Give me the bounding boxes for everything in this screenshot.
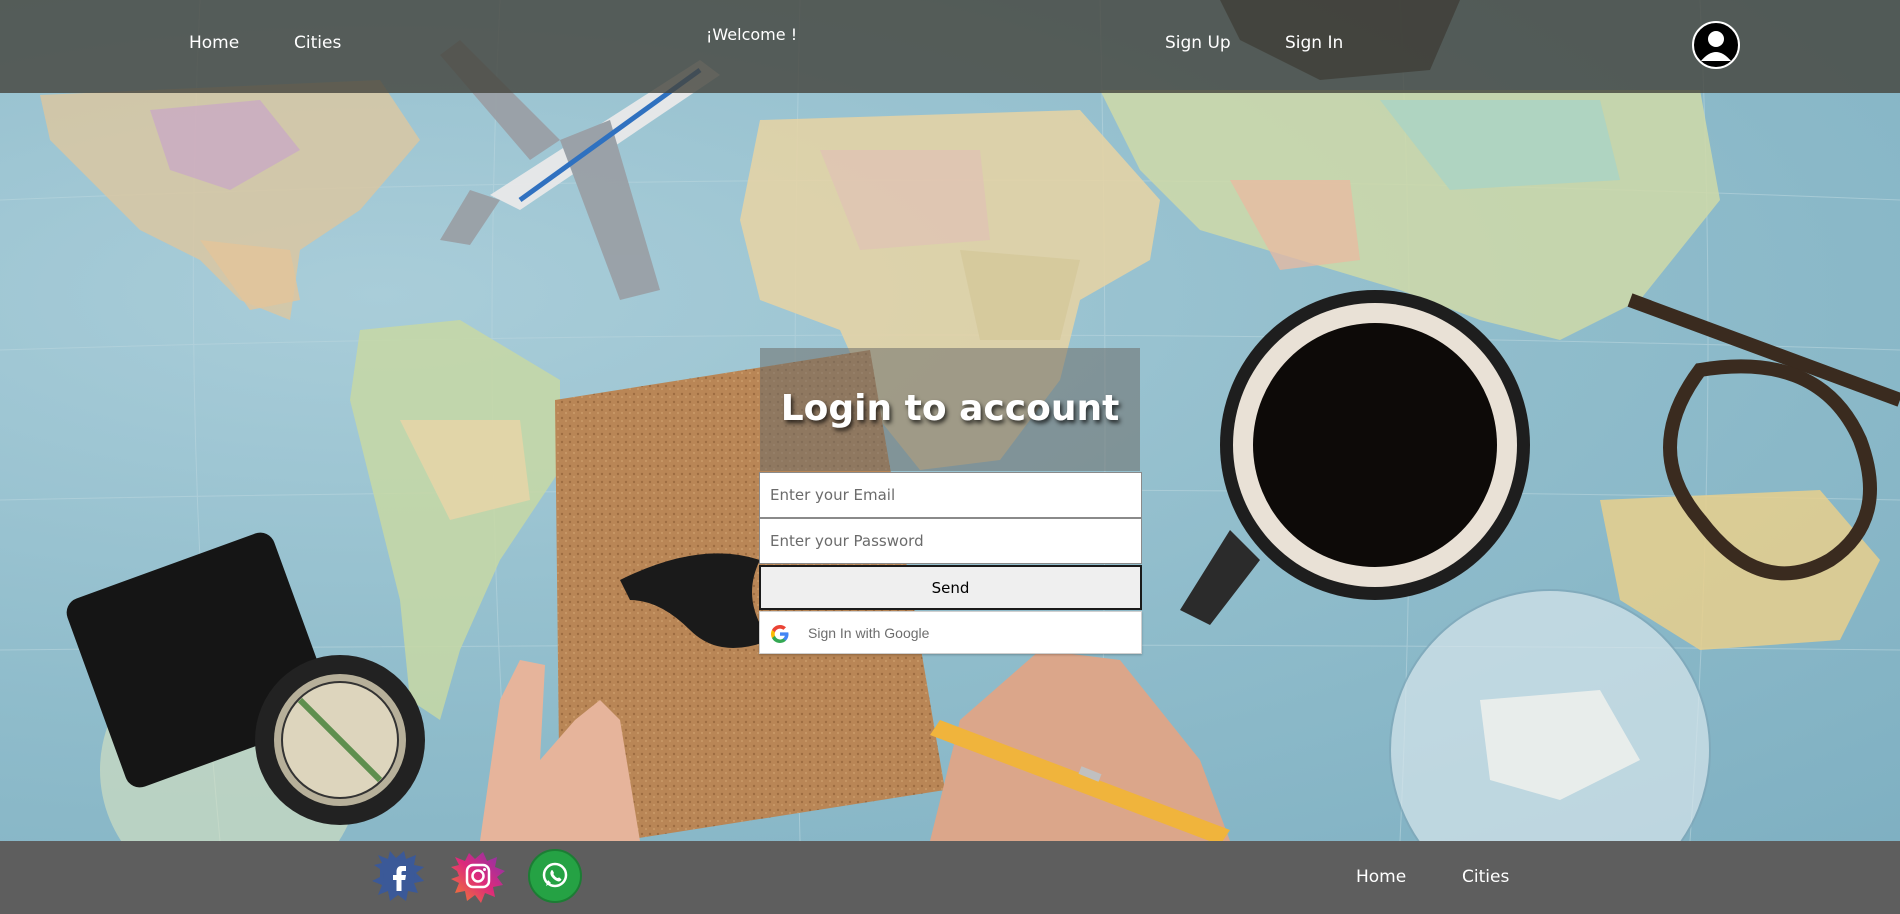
welcome-message: ¡Welcome ! [706, 25, 798, 44]
nav-sign-up-link[interactable]: Sign Up [1165, 33, 1231, 53]
instagram-link[interactable] [451, 849, 505, 903]
instagram-icon [451, 852, 505, 903]
whatsapp-link[interactable] [528, 849, 582, 903]
google-sign-in-label: Sign In with Google [808, 625, 930, 641]
login-title-panel: Login to account [760, 348, 1140, 471]
user-avatar-button[interactable] [1692, 21, 1740, 69]
password-input[interactable] [759, 518, 1142, 564]
footer-bar [0, 841, 1900, 914]
google-g-icon [771, 625, 789, 643]
footer-cities-link[interactable]: Cities [1462, 867, 1509, 887]
user-circle-icon [1701, 31, 1731, 61]
send-button[interactable]: Send [759, 565, 1142, 610]
nav-home-link[interactable]: Home [189, 33, 239, 53]
nav-cities-link[interactable]: Cities [294, 33, 341, 53]
facebook-icon [372, 851, 424, 901]
whatsapp-icon [528, 849, 582, 903]
footer-home-link[interactable]: Home [1356, 867, 1406, 887]
login-title: Login to account [780, 388, 1120, 429]
nav-sign-in-link[interactable]: Sign In [1285, 33, 1343, 53]
email-input[interactable] [759, 472, 1142, 518]
facebook-link[interactable] [372, 849, 426, 903]
top-navigation-bar: Home Cities ¡Welcome ! Sign Up Sign In [0, 0, 1900, 93]
google-sign-in-button[interactable]: Sign In with Google [759, 611, 1142, 654]
